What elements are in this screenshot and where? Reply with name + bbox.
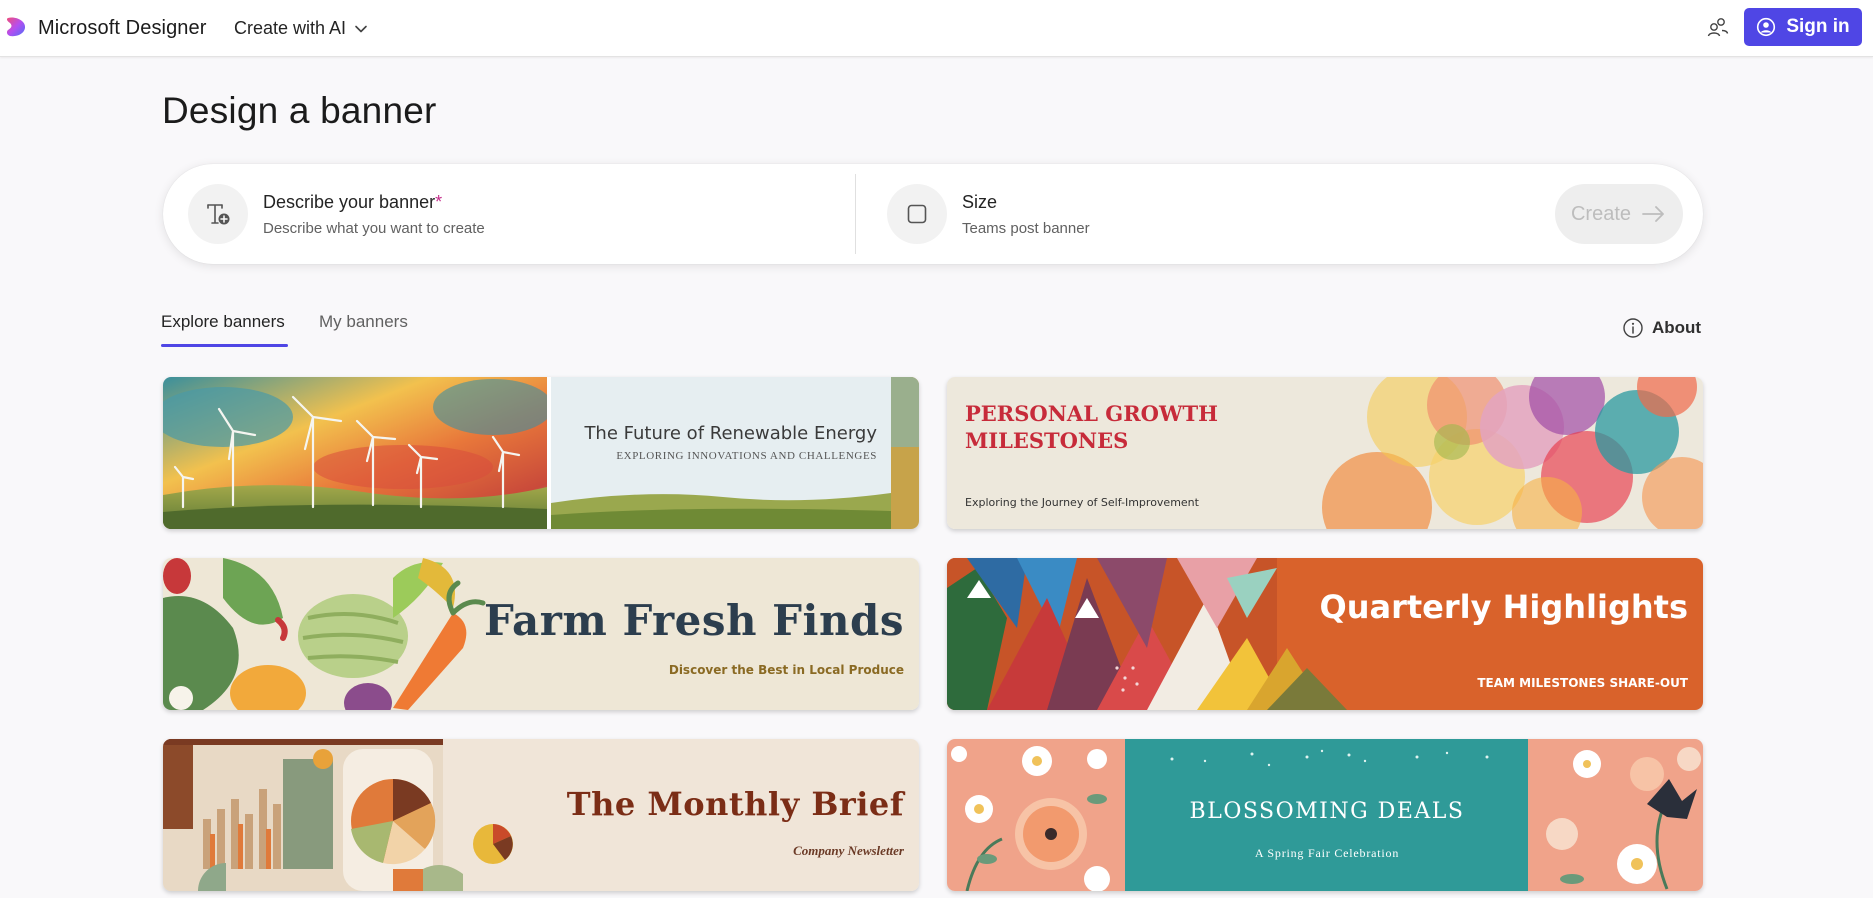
card-title: The Monthly Brief xyxy=(566,785,904,823)
page-title: Design a banner xyxy=(162,90,437,131)
banner-card-farm-fresh-finds[interactable]: Farm Fresh Finds Discover the Best in Lo… xyxy=(163,558,919,710)
banner-card-personal-growth[interactable]: PERSONAL GROWTH MILESTONES Exploring the… xyxy=(947,377,1703,529)
card-subtitle: Exploring the Journey of Self-Improvemen… xyxy=(965,496,1199,509)
size-value[interactable]: Teams post banner xyxy=(962,220,1090,237)
about-button[interactable]: About xyxy=(1622,317,1701,339)
banner-card-monthly-brief[interactable]: The Monthly Brief Company Newsletter xyxy=(163,739,919,891)
banner-card-blossoming-deals[interactable]: BLOSSOMING DEALS A Spring Fair Celebrati… xyxy=(947,739,1703,891)
describe-banner-text: Describe your banner xyxy=(263,192,436,212)
describe-icon-wrap[interactable] xyxy=(188,184,248,244)
card-subtitle: TEAM MILESTONES SHARE-OUT xyxy=(1477,676,1688,690)
tab-explore-banners[interactable]: Explore banners xyxy=(161,312,285,332)
arrow-right-icon xyxy=(1642,206,1664,222)
info-icon xyxy=(1623,318,1643,338)
describe-banner-label[interactable]: Describe your banner* xyxy=(263,192,442,213)
card-subtitle: EXPLORING INNOVATIONS AND CHALLENGES xyxy=(616,450,877,462)
card-title: The Future of Renewable Energy xyxy=(584,423,877,444)
user-circle-icon xyxy=(1757,17,1776,37)
size-label[interactable]: Size xyxy=(962,192,997,213)
card-subtitle: A Spring Fair Celebration xyxy=(1254,846,1400,860)
create-with-ai-label: Create with AI xyxy=(234,18,347,38)
community-icon[interactable] xyxy=(1706,15,1730,39)
card-title: Farm Fresh Finds xyxy=(484,596,904,645)
prompt-bar: Describe your banner* Describe what you … xyxy=(163,164,1703,264)
card-subtitle: Discover the Best in Local Produce xyxy=(668,663,904,677)
create-label: Create xyxy=(1570,202,1632,225)
card-subtitle: Company Newsletter xyxy=(793,843,904,858)
card-title: BLOSSOMING DEALS xyxy=(1189,799,1465,824)
card-title: Quarterly Highlights xyxy=(1319,588,1688,626)
about-label: About xyxy=(1652,318,1702,337)
top-bar: Microsoft Designer Create with AI Sign i… xyxy=(0,0,1873,57)
sign-in-label: Sign in xyxy=(1786,16,1850,37)
card-title: PERSONAL GROWTH MILESTONES xyxy=(965,401,1219,453)
brand-name[interactable]: Microsoft Designer xyxy=(38,17,207,40)
chevron-down-icon xyxy=(355,25,367,32)
create-button[interactable]: Create xyxy=(1555,184,1683,244)
banner-card-renewable-energy[interactable]: The Future of Renewable Energy EXPLORING… xyxy=(163,377,919,529)
square-size-icon xyxy=(907,204,927,224)
required-mark: * xyxy=(435,192,443,212)
prompt-divider xyxy=(855,174,856,254)
designer-logo-icon[interactable] xyxy=(4,15,28,39)
create-with-ai-menu[interactable]: Create with AI xyxy=(234,18,368,39)
banner-card-quarterly-highlights[interactable]: Quarterly Highlights TEAM MILESTONES SHA… xyxy=(947,558,1703,710)
active-tab-indicator xyxy=(161,344,288,347)
describe-banner-input[interactable]: Describe what you want to create xyxy=(263,220,485,237)
sign-in-button[interactable]: Sign in xyxy=(1744,8,1862,46)
text-add-icon xyxy=(207,204,230,225)
tab-my-banners[interactable]: My banners xyxy=(319,312,408,332)
size-icon-wrap[interactable] xyxy=(887,184,947,244)
